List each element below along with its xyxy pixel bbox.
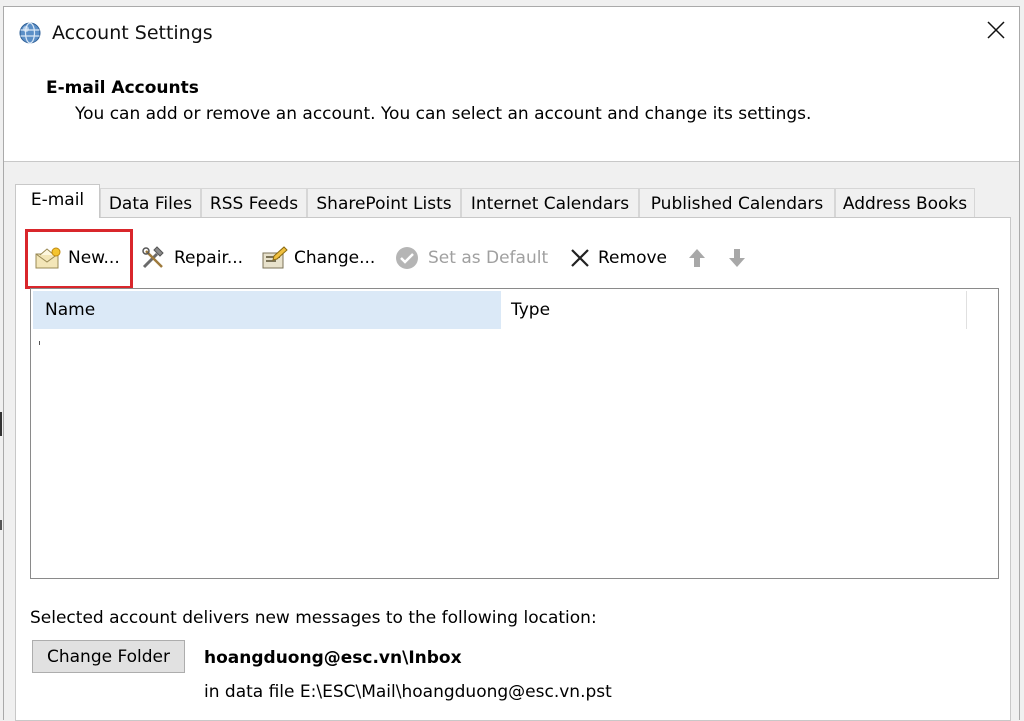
outlook-globe-icon xyxy=(18,21,42,45)
close-icon xyxy=(987,21,1005,39)
tab-email[interactable]: E-mail xyxy=(15,184,100,218)
dialog-title: Account Settings xyxy=(52,22,213,44)
tab-data-files[interactable]: Data Files xyxy=(100,188,201,217)
move-down-button[interactable] xyxy=(727,244,753,272)
tab-address-books[interactable]: Address Books xyxy=(835,188,975,217)
new-account-label: New... xyxy=(68,248,120,268)
column-header-type[interactable]: Type xyxy=(501,291,967,329)
remove-account-button[interactable]: Remove xyxy=(568,244,667,272)
change-folder-button[interactable]: Change Folder xyxy=(32,640,185,673)
tab-rss-feeds[interactable]: RSS Feeds xyxy=(201,188,307,217)
title-bar: Account Settings xyxy=(4,7,1019,57)
new-account-button[interactable]: New... xyxy=(34,244,120,272)
remove-x-icon xyxy=(571,249,589,267)
repair-account-button[interactable]: Repair... xyxy=(140,244,243,272)
arrow-up-icon xyxy=(689,249,705,267)
list-row-marker xyxy=(39,341,40,345)
email-tab-panel: New... Repair... Change... Set as Defaul… xyxy=(15,217,1011,721)
arrow-down-icon xyxy=(729,249,745,267)
repair-tools-icon xyxy=(142,246,164,269)
delivery-data-file: in data file E:\ESC\Mail\hoangduong@esc.… xyxy=(204,682,612,702)
account-settings-dialog: Account Settings E-mail Accounts You can… xyxy=(3,6,1020,721)
account-toolbar: New... Repair... Change... Set as Defaul… xyxy=(16,218,1010,289)
delivery-location-label: Selected account delivers new messages t… xyxy=(30,608,597,628)
column-header-name[interactable]: Name xyxy=(33,291,501,329)
dialog-header: E-mail Accounts You can add or remove an… xyxy=(4,57,1019,162)
change-settings-icon xyxy=(262,246,288,269)
set-as-default-label: Set as Default xyxy=(428,248,549,268)
account-list[interactable]: Name Type xyxy=(30,288,999,579)
move-up-button[interactable] xyxy=(687,244,713,272)
new-mail-icon xyxy=(35,247,61,269)
set-as-default-button[interactable]: Set as Default xyxy=(394,244,548,272)
background-edge-mark xyxy=(0,412,2,436)
remove-account-label: Remove xyxy=(598,248,667,268)
background-edge-mark xyxy=(0,520,2,530)
tab-internet-calendars[interactable]: Internet Calendars xyxy=(461,188,639,217)
delivery-folder-path: hoangduong@esc.vn\Inbox xyxy=(204,648,462,668)
checkmark-circle-icon xyxy=(396,247,418,269)
close-button[interactable] xyxy=(973,7,1019,53)
header-title: E-mail Accounts xyxy=(46,78,199,98)
tab-sharepoint-lists[interactable]: SharePoint Lists xyxy=(307,188,461,217)
repair-account-label: Repair... xyxy=(174,248,244,268)
change-account-button[interactable]: Change... xyxy=(260,244,375,272)
tab-published-calendars[interactable]: Published Calendars xyxy=(639,188,835,217)
header-description: You can add or remove an account. You ca… xyxy=(75,104,812,124)
change-account-label: Change... xyxy=(294,248,376,268)
